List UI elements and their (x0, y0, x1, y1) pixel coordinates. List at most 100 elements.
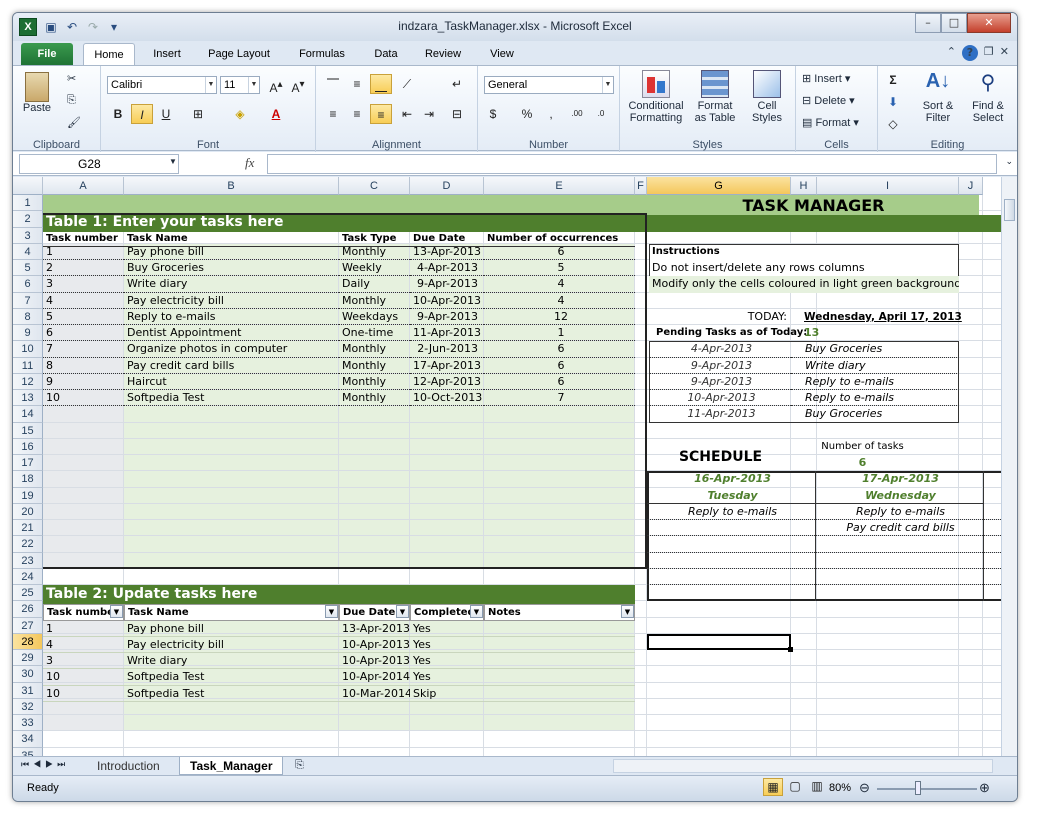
tab-review[interactable]: Review (415, 43, 471, 65)
filter-dropdown-icon[interactable]: ▼ (396, 605, 409, 619)
format-as-table-button[interactable]: Format as Table (690, 70, 740, 124)
close-icon[interactable]: ✕ (967, 13, 1011, 33)
column-header-d[interactable]: D (410, 177, 484, 195)
paste-button[interactable]: Paste (19, 72, 55, 114)
zoom-slider-thumb[interactable] (915, 781, 921, 795)
row-header[interactable]: 4 (13, 243, 43, 260)
format-painter-icon[interactable]: 🖌 (67, 116, 81, 129)
row-header[interactable]: 9 (13, 325, 43, 342)
table2-cell[interactable] (484, 686, 635, 702)
table2-cell[interactable]: 13-Apr-2013 (339, 621, 410, 637)
row-header[interactable]: 34 (13, 731, 43, 748)
comma-icon[interactable]: , (540, 104, 562, 124)
name-box[interactable]: G28 (19, 154, 179, 174)
table2-cell[interactable]: Softpedia Test (124, 686, 339, 702)
column-header-f[interactable]: F (635, 177, 647, 195)
column-header-g[interactable]: G (647, 177, 791, 195)
grow-font-icon[interactable]: A▴ (265, 75, 287, 95)
page-break-view-icon[interactable]: ▥ (807, 778, 827, 796)
maximize-icon[interactable]: □ (941, 13, 967, 33)
row-header[interactable]: 25 (13, 585, 43, 602)
row-header[interactable]: 29 (13, 650, 43, 667)
table2-cell[interactable]: 3 (43, 653, 124, 670)
table2-cell[interactable]: Write diary (124, 653, 339, 670)
sheet-nav-arrows-icon[interactable]: ⏮◀▶⏭ (21, 759, 69, 770)
font-family-select[interactable]: Calibri ▼ (107, 76, 217, 94)
orientation-icon[interactable]: ⟋ (396, 74, 418, 94)
select-all-corner[interactable] (13, 177, 43, 195)
table2-cell[interactable]: Yes (410, 637, 484, 653)
row-header[interactable]: 3 (13, 227, 43, 244)
sheet-tab-introduction[interactable]: Introduction (87, 757, 170, 775)
row-header[interactable]: 1 (13, 195, 43, 212)
conditional-formatting-button[interactable]: Conditional Formatting (624, 70, 688, 124)
bottom-align-icon[interactable]: ⎽ (370, 74, 392, 94)
horizontal-scrollbar[interactable] (613, 759, 993, 773)
table2-cell[interactable]: 10 (43, 669, 124, 686)
row-header[interactable]: 24 (13, 568, 43, 585)
column-header-h[interactable]: H (791, 177, 817, 195)
table2-cell[interactable]: 10-Apr-2013 (339, 653, 410, 670)
formula-input[interactable] (267, 154, 997, 174)
row-header[interactable]: 21 (13, 520, 43, 537)
currency-icon[interactable]: $ (482, 104, 504, 124)
delete-cells-button[interactable]: ⊟ Delete ▾ (802, 94, 855, 107)
row-header[interactable]: 5 (13, 260, 43, 277)
row-header[interactable]: 22 (13, 536, 43, 553)
name-box-dropdown-icon[interactable]: ▼ (169, 157, 177, 166)
zoom-slider[interactable] (877, 788, 977, 790)
row-header[interactable]: 2 (13, 211, 43, 228)
table2-cell[interactable]: Skip (410, 686, 484, 702)
align-center-icon[interactable]: ≡ (346, 104, 368, 124)
row-header[interactable]: 14 (13, 406, 43, 423)
table2-cell[interactable] (484, 637, 635, 653)
table2-cell[interactable]: 10 (43, 686, 124, 702)
row-header[interactable]: 15 (13, 422, 43, 439)
zoom-in-icon[interactable]: ⊕ (979, 780, 990, 796)
cell-styles-button[interactable]: Cell Styles (742, 70, 792, 124)
column-header-i[interactable]: I (817, 177, 959, 195)
close-workbook-icon[interactable]: ✕ (1000, 45, 1009, 61)
decrease-indent-icon[interactable]: ⇤ (396, 104, 418, 124)
fill-color-icon[interactable]: ◈ (229, 104, 251, 124)
top-align-icon[interactable]: ⎺ (322, 74, 344, 94)
row-header[interactable]: 33 (13, 715, 43, 732)
page-layout-view-icon[interactable]: ▢ (785, 778, 805, 796)
middle-align-icon[interactable]: ≡ (346, 74, 368, 94)
table2-cell[interactable]: Yes (410, 621, 484, 637)
row-header[interactable]: 7 (13, 292, 43, 309)
increase-indent-icon[interactable]: ⇥ (418, 104, 440, 124)
table2-cell[interactable]: Yes (410, 653, 484, 670)
row-header[interactable]: 11 (13, 357, 43, 374)
tab-formulas[interactable]: Formulas (289, 43, 355, 65)
percent-icon[interactable]: % (516, 104, 538, 124)
align-left-icon[interactable]: ≡ (322, 104, 344, 124)
row-header[interactable]: 27 (13, 617, 43, 634)
row-header[interactable]: 35 (13, 747, 43, 756)
sheet-tab-task-manager[interactable]: Task_Manager (179, 757, 284, 775)
tab-data[interactable]: Data (363, 43, 409, 65)
row-header[interactable]: 6 (13, 276, 43, 293)
active-cell-g28[interactable] (647, 633, 791, 650)
table2-cell[interactable] (484, 653, 635, 670)
expand-formula-bar-icon[interactable]: ⌄ (1005, 156, 1013, 167)
row-header[interactable]: 18 (13, 471, 43, 488)
font-size-select[interactable]: 11 ▼ (220, 76, 260, 94)
tab-view[interactable]: View (479, 43, 525, 65)
zoom-level[interactable]: 80% (829, 782, 851, 794)
clear-icon[interactable]: ◇ (882, 114, 904, 134)
cut-icon[interactable]: ✂ (67, 72, 76, 85)
insert-function-icon[interactable]: fx (245, 155, 254, 171)
table2-cell[interactable] (484, 621, 635, 637)
tab-file[interactable]: File (21, 43, 73, 65)
table2-cell[interactable]: Pay phone bill (124, 621, 339, 637)
tab-home[interactable]: Home (83, 43, 135, 65)
autosum-icon[interactable]: Σ (882, 70, 904, 90)
table2-cell[interactable] (484, 669, 635, 686)
scroll-thumb[interactable] (1004, 199, 1015, 221)
row-header[interactable]: 31 (13, 682, 43, 699)
minimize-icon[interactable]: – (915, 13, 941, 33)
wrap-text-icon[interactable]: ↵ (446, 74, 468, 94)
number-format-select[interactable]: General ▼ (484, 76, 614, 94)
merge-center-icon[interactable]: ⊟ (446, 104, 468, 124)
